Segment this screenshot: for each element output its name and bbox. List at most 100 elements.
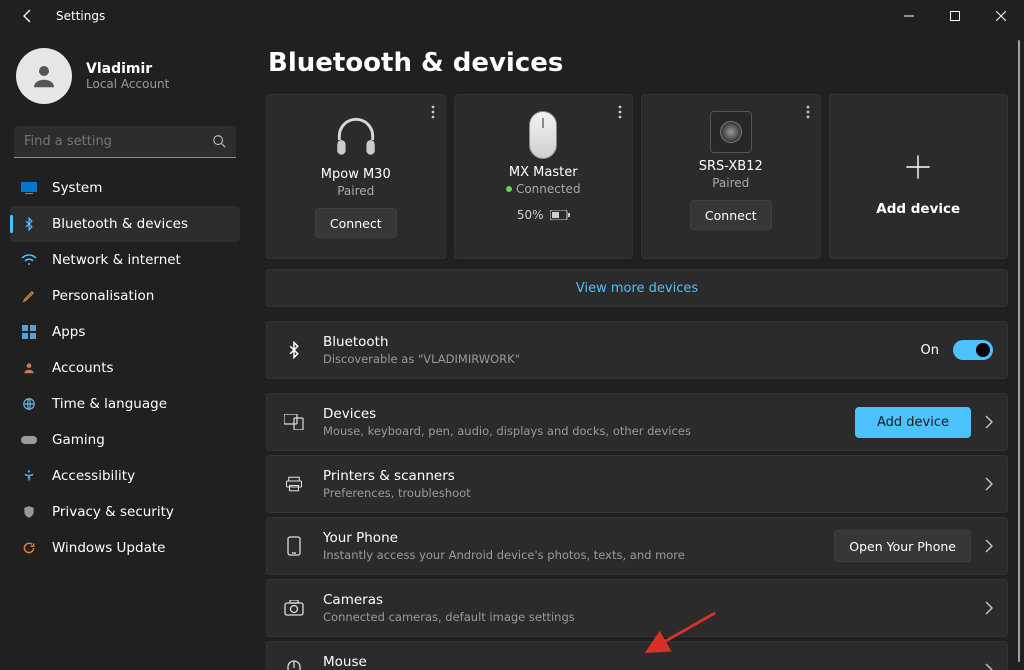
- accounts-icon: [20, 359, 38, 377]
- toggle-state-label: On: [921, 343, 939, 358]
- sidebar-item-label: Gaming: [52, 432, 105, 448]
- printer-icon: [281, 471, 307, 497]
- row-sub: Mouse, keyboard, pen, audio, displays an…: [323, 424, 855, 438]
- status-dot-icon: [506, 186, 512, 192]
- profile-sub: Local Account: [86, 77, 169, 91]
- sidebar-item-label: Time & language: [52, 396, 167, 412]
- sidebar-item-personalisation[interactable]: Personalisation: [10, 278, 240, 314]
- sidebar-item-accounts[interactable]: Accounts: [10, 350, 240, 386]
- device-status: Paired: [337, 184, 374, 198]
- view-more-devices[interactable]: View more devices: [266, 269, 1008, 307]
- more-icon[interactable]: [427, 101, 439, 123]
- row-title: Cameras: [323, 592, 985, 608]
- sidebar-item-network[interactable]: Network & internet: [10, 242, 240, 278]
- devices-row[interactable]: Devices Mouse, keyboard, pen, audio, dis…: [266, 393, 1008, 451]
- search-input[interactable]: [14, 126, 236, 158]
- row-sub: Preferences, troubleshoot: [323, 486, 985, 500]
- maximize-button[interactable]: [932, 0, 978, 32]
- more-icon[interactable]: [802, 101, 814, 123]
- bluetooth-toggle[interactable]: [953, 340, 993, 360]
- sidebar-item-bluetooth[interactable]: Bluetooth & devices: [10, 206, 240, 242]
- accessibility-icon: [20, 467, 38, 485]
- sidebar-item-label: Accounts: [52, 360, 114, 376]
- headphones-icon: [331, 111, 381, 161]
- connect-button[interactable]: Connect: [315, 208, 397, 238]
- device-tile-mpow[interactable]: Mpow M30 Paired Connect: [266, 94, 446, 259]
- device-tiles: Mpow M30 Paired Connect MX Master Connec…: [266, 94, 1008, 259]
- device-name: MX Master: [509, 165, 578, 180]
- update-icon: [20, 539, 38, 557]
- back-button[interactable]: [14, 6, 42, 26]
- camera-icon: [281, 595, 307, 621]
- sidebar-item-update[interactable]: Windows Update: [10, 530, 240, 566]
- mouse-settings-icon: [281, 657, 307, 670]
- device-status: Paired: [712, 176, 749, 190]
- cameras-row[interactable]: Cameras Connected cameras, default image…: [266, 579, 1008, 637]
- printers-row[interactable]: Printers & scanners Preferences, trouble…: [266, 455, 1008, 513]
- sidebar-item-gaming[interactable]: Gaming: [10, 422, 240, 458]
- add-device-tile[interactable]: Add device: [829, 94, 1009, 259]
- chevron-right-icon: [985, 663, 993, 670]
- row-sub: Instantly access your Android device's p…: [323, 548, 834, 562]
- brush-icon: [20, 287, 38, 305]
- sidebar-item-privacy[interactable]: Privacy & security: [10, 494, 240, 530]
- device-name: Mpow M30: [321, 167, 391, 182]
- window-title: Settings: [56, 9, 105, 23]
- sidebar-item-accessibility[interactable]: Accessibility: [10, 458, 240, 494]
- sidebar-item-label: Apps: [52, 324, 85, 340]
- window-controls: [886, 0, 1024, 32]
- device-tile-srs[interactable]: SRS-XB12 Paired Connect: [641, 94, 821, 259]
- gaming-icon: [20, 431, 38, 449]
- sidebar-item-label: Accessibility: [52, 468, 135, 484]
- bluetooth-icon: [20, 215, 38, 233]
- row-title: Your Phone: [323, 530, 834, 546]
- device-tile-mxmaster[interactable]: MX Master Connected 50%: [454, 94, 634, 259]
- sidebar-item-system[interactable]: System: [10, 170, 240, 206]
- clock-globe-icon: [20, 395, 38, 413]
- sidebar-item-label: Personalisation: [52, 288, 154, 304]
- close-button[interactable]: [978, 0, 1024, 32]
- bluetooth-toggle-row[interactable]: Bluetooth Discoverable as "VLADIMIRWORK"…: [266, 321, 1008, 379]
- sidebar-item-label: Windows Update: [52, 540, 165, 556]
- avatar: [16, 48, 72, 104]
- row-title: Devices: [323, 406, 855, 422]
- bluetooth-icon: [281, 337, 307, 363]
- device-status: Connected: [506, 182, 581, 196]
- search-icon: [212, 134, 226, 148]
- row-sub: Connected cameras, default image setting…: [323, 610, 985, 624]
- row-title: Bluetooth: [323, 334, 921, 350]
- more-icon[interactable]: [614, 101, 626, 123]
- system-icon: [20, 179, 38, 197]
- open-your-phone-button[interactable]: Open Your Phone: [834, 530, 971, 562]
- mouse-row[interactable]: Mouse Buttons, mouse pointer speed, scro…: [266, 641, 1008, 670]
- nav-list: System Bluetooth & devices Network & int…: [10, 170, 240, 566]
- connect-button[interactable]: Connect: [690, 200, 772, 230]
- add-device-label: Add device: [876, 201, 960, 217]
- battery-icon: [550, 210, 570, 220]
- row-title: Mouse: [323, 654, 985, 670]
- sidebar-item-label: Bluetooth & devices: [52, 216, 188, 232]
- chevron-right-icon: [985, 539, 993, 553]
- sidebar-item-label: Privacy & security: [52, 504, 174, 520]
- sidebar-item-time[interactable]: Time & language: [10, 386, 240, 422]
- plus-icon: [904, 153, 932, 181]
- add-device-button[interactable]: Add device: [855, 407, 971, 438]
- speaker-icon: [710, 111, 752, 153]
- page-title: Bluetooth & devices: [268, 48, 1008, 78]
- row-sub: Discoverable as "VLADIMIRWORK": [323, 352, 921, 366]
- devices-icon: [281, 409, 307, 435]
- your-phone-row[interactable]: Your Phone Instantly access your Android…: [266, 517, 1008, 575]
- profile-block[interactable]: Vladimir Local Account: [10, 42, 240, 122]
- mouse-device-icon: [529, 111, 557, 159]
- apps-icon: [20, 323, 38, 341]
- scrollbar[interactable]: [1018, 40, 1020, 662]
- device-name: SRS-XB12: [699, 159, 763, 174]
- battery-indicator: 50%: [517, 208, 570, 222]
- profile-name: Vladimir: [86, 61, 169, 77]
- row-title: Printers & scanners: [323, 468, 985, 484]
- chevron-right-icon: [985, 477, 993, 491]
- search-box[interactable]: [14, 126, 236, 158]
- title-bar: Settings: [0, 0, 1024, 32]
- sidebar-item-apps[interactable]: Apps: [10, 314, 240, 350]
- minimize-button[interactable]: [886, 0, 932, 32]
